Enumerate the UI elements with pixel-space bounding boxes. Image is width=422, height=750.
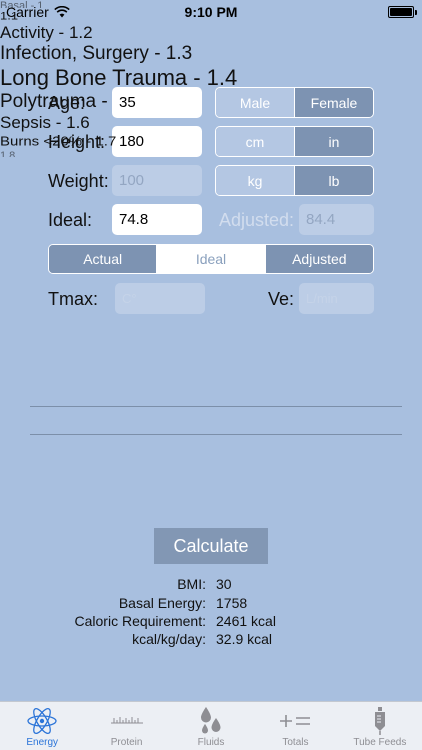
weight-unit-lb[interactable]: lb (294, 166, 373, 195)
weight-unit-kg[interactable]: kg (216, 166, 294, 195)
caloric-requirement-value: 2461 kcal (216, 613, 276, 629)
weight-basis-segmented-control: Actual Ideal Adjusted (48, 244, 374, 274)
calculate-button[interactable]: Calculate (154, 528, 268, 564)
picker-option[interactable]: 1.1 (0, 9, 422, 22)
picker-option[interactable]: Activity - 1.2 (0, 23, 422, 43)
atom-icon (27, 707, 57, 735)
tab-tube-feeds[interactable]: Tube Feeds (338, 702, 422, 750)
tab-label: Tube Feeds (353, 737, 407, 748)
age-label: Age: (48, 93, 86, 113)
bmi-value: 30 (216, 576, 232, 592)
tab-totals[interactable]: Totals (253, 702, 337, 750)
picker-option[interactable]: Burns <20% - 1.7 (0, 134, 422, 148)
sex-option-male[interactable]: Male (216, 88, 294, 117)
ideal-weight-input[interactable]: 74.8 (112, 204, 202, 235)
caloric-requirement-label: Caloric Requirement: (74, 613, 207, 629)
bmi-label: BMI: (177, 576, 206, 592)
tab-label: Energy (26, 737, 59, 748)
kcal-per-kg-label: kcal/kg/day: (132, 631, 206, 647)
age-input[interactable]: 35 (112, 87, 202, 118)
picker-option[interactable]: Basal - 1 (0, 0, 422, 8)
adjusted-weight-field: 84.4 (299, 204, 374, 235)
ideal-label: Ideal: (48, 210, 93, 230)
weight-unit-segmented-control: kg lb (215, 165, 374, 196)
protein-icon (110, 717, 143, 724)
picker-option[interactable]: 1.8 (0, 150, 422, 157)
tmax-input[interactable]: C° (115, 283, 205, 314)
picker-bottom-line (30, 434, 402, 435)
tab-energy[interactable]: Energy (0, 702, 84, 750)
weight-label: Weight: (48, 171, 109, 191)
kcal-per-kg-value: 32.9 kcal (216, 631, 273, 647)
picker-option[interactable]: Infection, Surgery - 1.3 (0, 43, 422, 65)
weight-input[interactable]: 100 (112, 165, 202, 196)
tab-fluids[interactable]: Fluids (169, 702, 253, 750)
ve-label: Ve: (268, 289, 295, 309)
basis-option-actual[interactable]: Actual (49, 245, 157, 273)
tmax-label: Tmax: (48, 289, 99, 309)
tab-label: Fluids (197, 737, 225, 748)
basal-energy-label: Basal Energy: (118, 595, 206, 611)
basis-option-adjusted[interactable]: Adjusted (264, 245, 373, 273)
basis-option-ideal[interactable]: Ideal (156, 245, 265, 273)
adjusted-label: Adjusted: (219, 210, 295, 230)
drops-icon (201, 707, 221, 734)
sex-segmented-control: Male Female (215, 87, 374, 118)
ve-input[interactable]: L/min (299, 283, 374, 314)
basal-energy-value: 1758 (216, 595, 248, 611)
tab-label: Protein (110, 737, 143, 748)
sex-option-female[interactable]: Female (294, 88, 373, 117)
tab-bar: Energy Protein Fluids Totals Tube Feeds (0, 701, 422, 750)
tab-protein[interactable]: Protein (84, 702, 168, 750)
plus-equals-icon (280, 715, 311, 727)
feeding-tube-icon (374, 707, 385, 735)
picker-top-line (30, 406, 402, 407)
tab-label: Totals (282, 737, 309, 748)
